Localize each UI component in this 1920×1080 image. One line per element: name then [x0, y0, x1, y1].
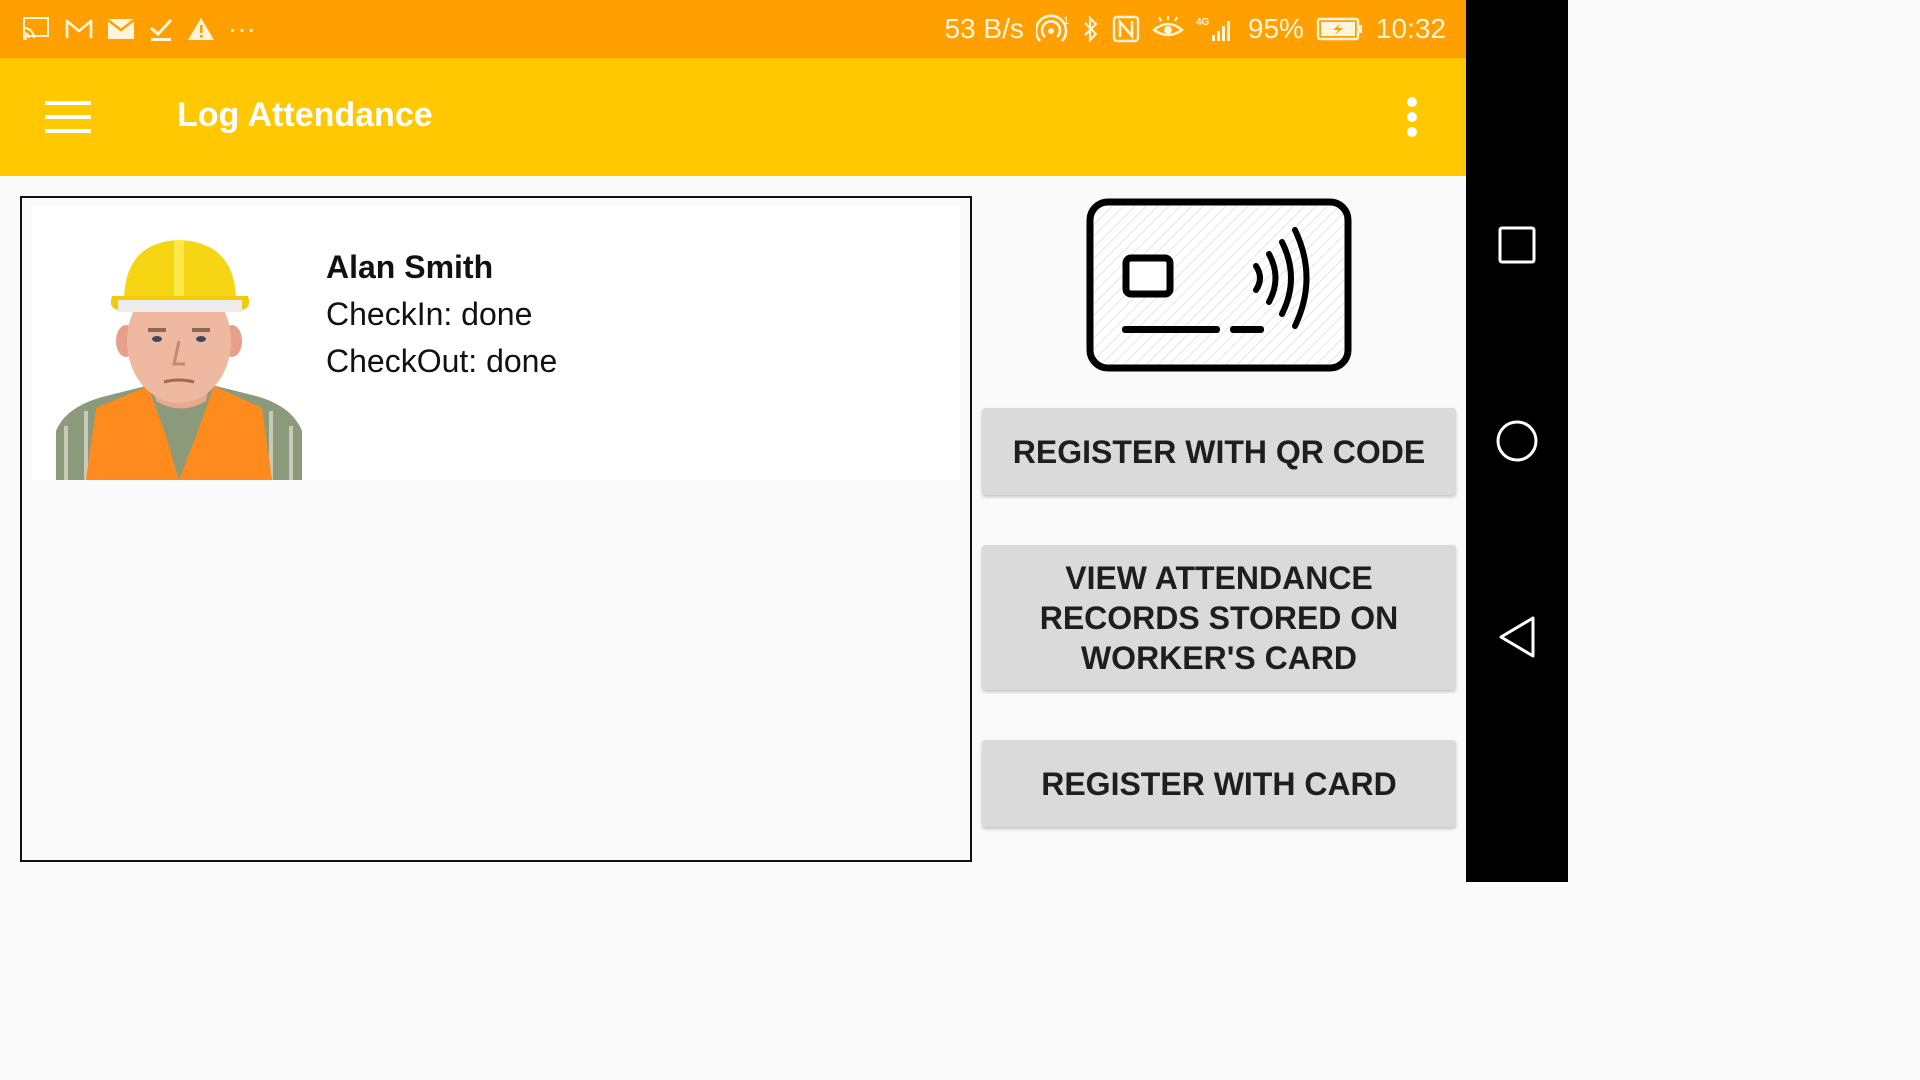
overflow-menu-button[interactable]: [1390, 84, 1434, 150]
checkmark-icon: [148, 14, 174, 44]
bluetooth-icon: [1082, 14, 1100, 44]
network-speed: 53 B/s: [944, 13, 1024, 44]
hamburger-menu-icon: [45, 101, 91, 133]
battery-icon: [1316, 14, 1364, 44]
worker-list[interactable]: Alan Smith CheckIn: done CheckOut: done: [20, 196, 972, 862]
notification-icons: ···: [22, 14, 256, 44]
recents-button[interactable]: [1487, 215, 1547, 275]
gmail-icon: [64, 14, 94, 44]
recents-square-icon: [1498, 226, 1536, 264]
network-type: 4G: [1196, 17, 1210, 28]
mail-icon: [106, 14, 136, 44]
battery-percent: 95%: [1247, 13, 1304, 44]
menu-button[interactable]: [30, 84, 106, 150]
hotspot-icon: 1: [1035, 14, 1070, 44]
eye-comfort-icon: [1151, 14, 1184, 44]
back-button[interactable]: [1487, 607, 1547, 667]
checkin-status: CheckIn: done: [326, 296, 533, 332]
status-bar: ··· 53 B/s 1 4G 95% 10:32: [0, 0, 1466, 58]
register-card-button[interactable]: REGISTER WITH CARD: [982, 740, 1456, 827]
main-content: Alan Smith CheckIn: done CheckOut: done …: [0, 176, 1466, 882]
checkout-status: CheckOut: done: [326, 343, 558, 379]
worker-name: Alan Smith: [326, 249, 494, 285]
register-qr-button[interactable]: REGISTER WITH QR CODE: [982, 408, 1456, 495]
worker-card[interactable]: Alan Smith CheckIn: done CheckOut: done: [32, 206, 960, 480]
worker-photo: [56, 236, 302, 480]
home-button[interactable]: [1487, 411, 1547, 471]
page-title: Log Attendance: [177, 96, 433, 134]
signal-icon: 4G: [1196, 14, 1236, 44]
nfc-card-icon: [1086, 198, 1352, 372]
nfc-icon: [1112, 14, 1140, 44]
home-circle-icon: [1496, 420, 1538, 462]
more-notifications-icon: ···: [228, 13, 256, 44]
back-triangle-icon: [1499, 616, 1535, 658]
hotspot-count: 1: [1063, 15, 1069, 27]
view-attendance-records-button[interactable]: VIEW ATTENDANCE RECORDS STORED ON WORKER…: [982, 545, 1456, 690]
more-vertical-icon: [1407, 97, 1417, 137]
navigation-bar: [1466, 0, 1568, 882]
cast-icon: [22, 14, 52, 44]
worker-info: Alan Smith CheckIn: done CheckOut: done: [326, 244, 557, 385]
app-bar: Log Attendance: [0, 58, 1466, 176]
clock: 10:32: [1375, 13, 1446, 44]
warning-icon: [186, 14, 216, 44]
system-icons: 53 B/s 1 4G 95% 10:32: [944, 14, 1446, 44]
